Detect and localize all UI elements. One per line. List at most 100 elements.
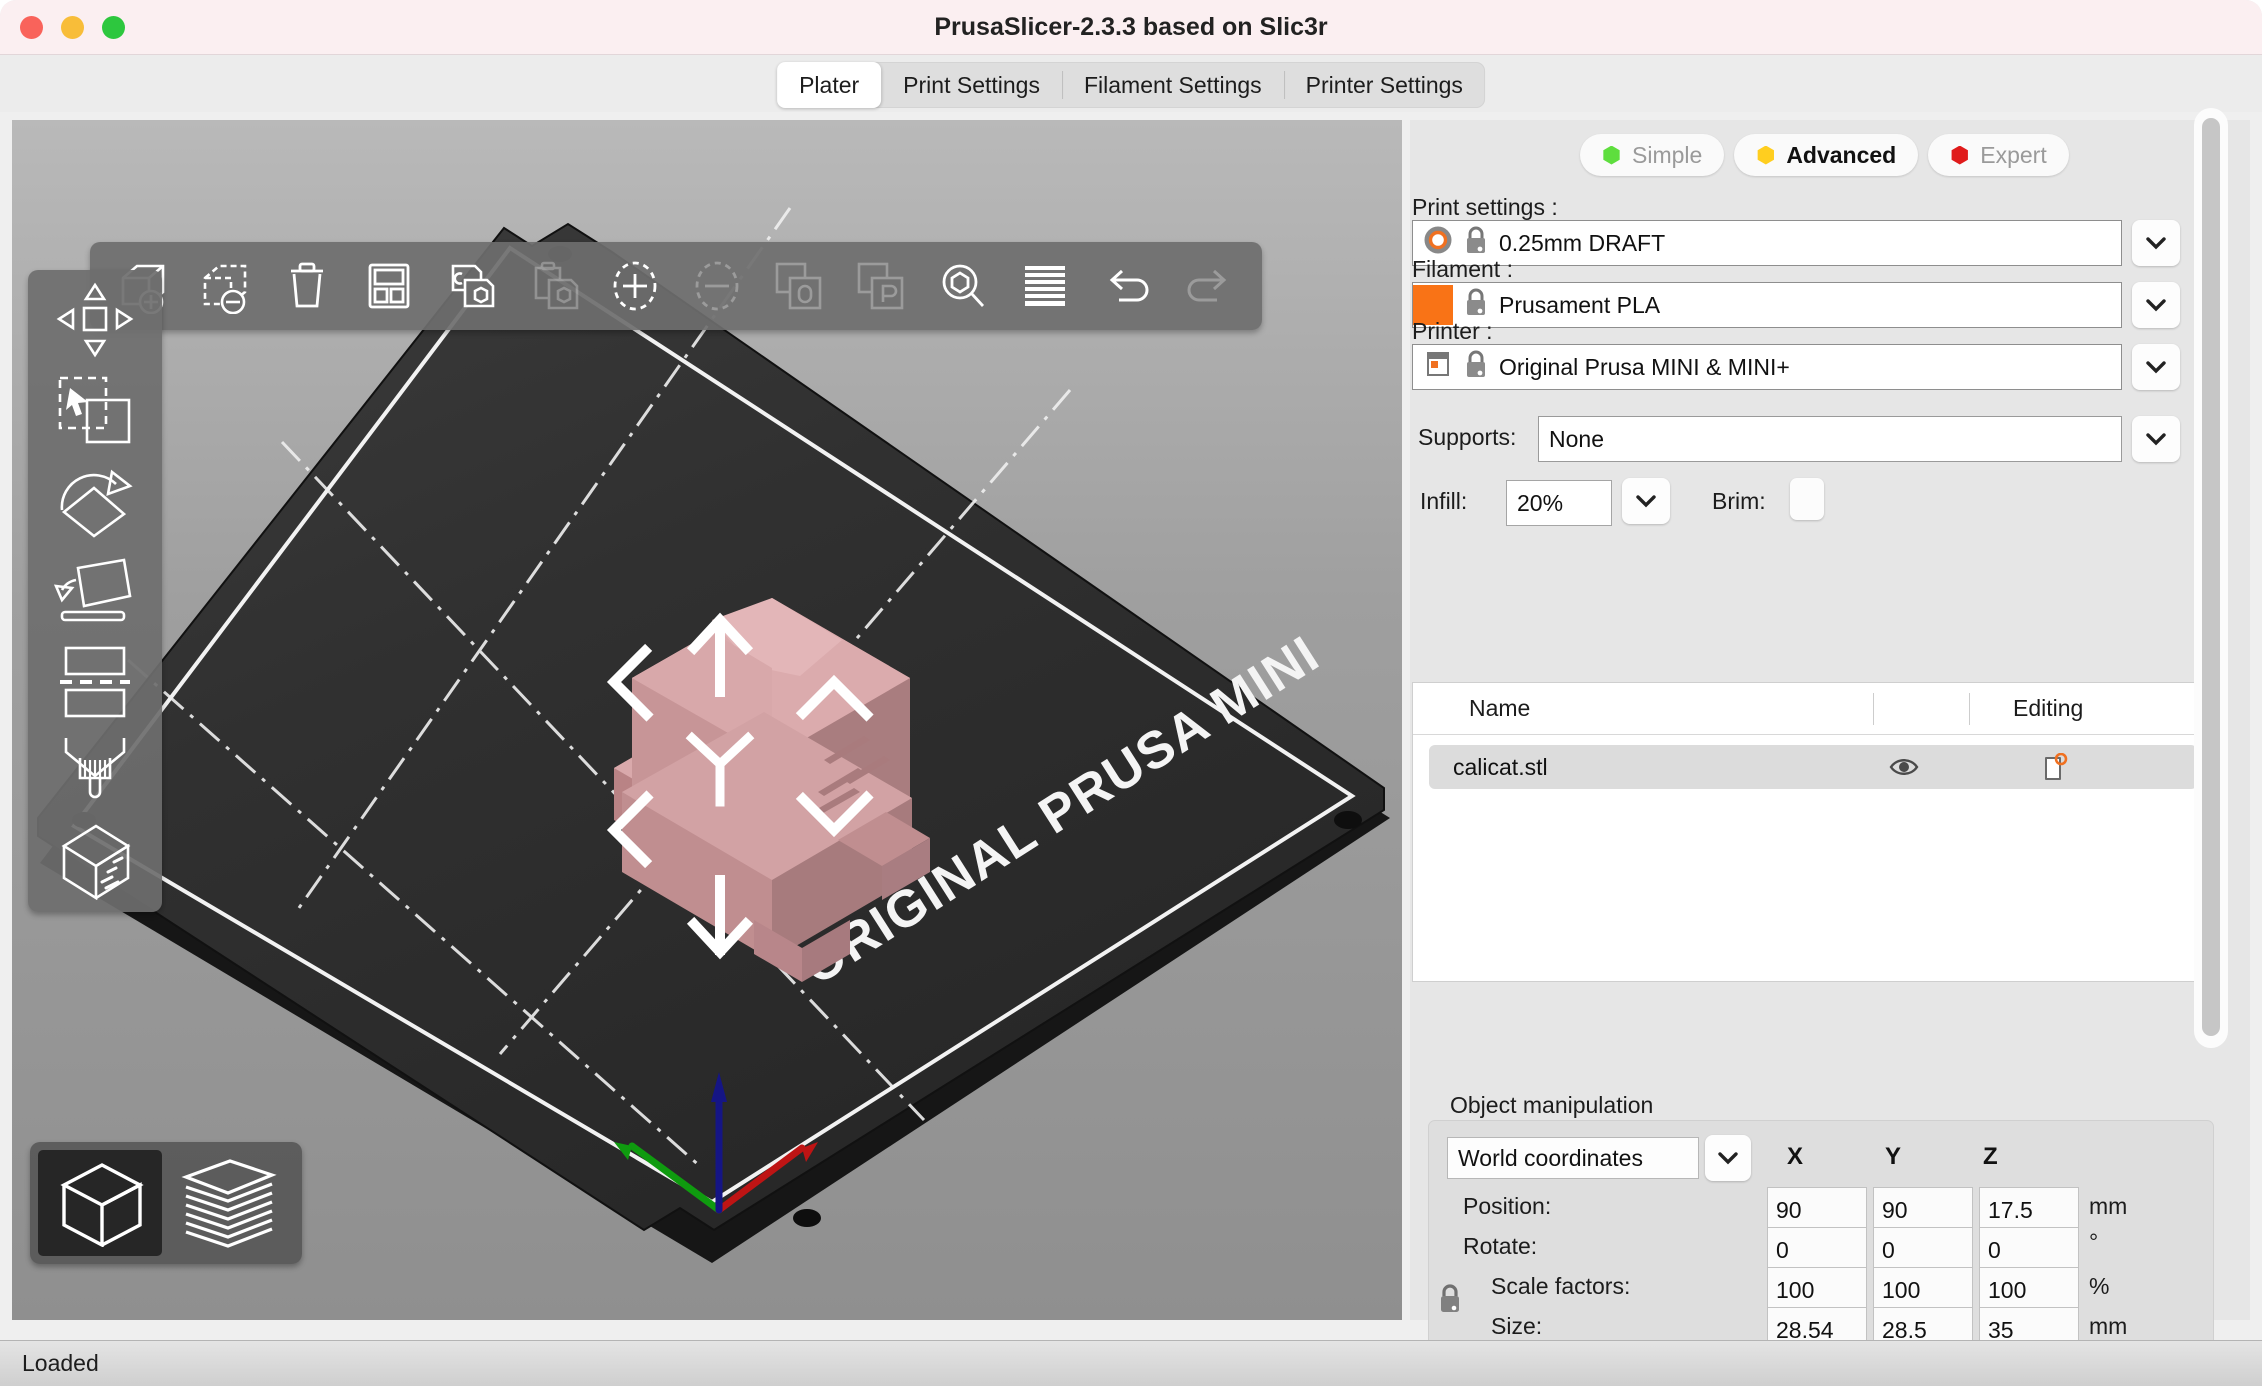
infill-value: 20% — [1517, 489, 1564, 516]
filament-dropdown-button[interactable] — [2132, 282, 2180, 328]
object-toolbar — [90, 242, 1262, 330]
size-label: Size: — [1491, 1313, 1543, 1339]
brim-label: Brim: — [1712, 488, 1766, 514]
tab-printer-settings[interactable]: Printer Settings — [1283, 62, 1485, 108]
rotate-gizmo-button[interactable] — [35, 456, 155, 544]
infill-dropdown-button[interactable] — [1622, 478, 1670, 524]
coordinate-system-combo[interactable]: World coordinates — [1447, 1137, 1699, 1179]
copy-button[interactable] — [432, 250, 510, 322]
size-unit: mm — [2089, 1313, 2128, 1339]
eye-icon[interactable] — [1889, 755, 1919, 785]
mode-simple-button[interactable]: Simple — [1580, 134, 1725, 176]
paint-support-gizmo-button[interactable] — [35, 726, 155, 814]
filament-combo[interactable]: Prusament PLA — [1412, 282, 2122, 328]
print-settings-value: 0.25mm DRAFT — [1499, 229, 1666, 256]
supports-dropdown-button[interactable] — [2132, 416, 2180, 462]
axis-header-x: X — [1787, 1143, 1804, 1170]
place-on-face-gizmo-button[interactable] — [35, 546, 155, 634]
gizmo-toolbar — [28, 270, 162, 912]
axis-header-y: Y — [1885, 1143, 1902, 1170]
object-name: calicat.stl — [1453, 753, 1548, 780]
infill-label: Infill: — [1420, 488, 1468, 514]
settings-sidebar: Simple Advanced Expert Print settings : — [1410, 120, 2250, 1386]
chevron-down-icon — [1636, 495, 1656, 508]
printer-icon — [1423, 349, 1453, 385]
search-button[interactable] — [924, 250, 1002, 322]
advanced-gem-icon — [1757, 145, 1774, 165]
axis-header-z: Z — [1983, 1143, 1998, 1170]
tab-plater[interactable]: Plater — [777, 62, 882, 108]
title-bar: PrusaSlicer-2.3.3 based on Slic3r — [0, 0, 2262, 55]
redo-button[interactable] — [1170, 250, 1248, 322]
printer-dropdown-button[interactable] — [2132, 344, 2180, 390]
delete-all-button[interactable] — [268, 250, 346, 322]
uniform-scale-lock-icon[interactable] — [1435, 1281, 1465, 1322]
chevron-down-icon — [2146, 361, 2166, 374]
print-settings-label: Print settings : — [1412, 194, 1558, 220]
simple-gem-icon — [1603, 145, 1620, 165]
scale-factors-label: Scale factors: — [1491, 1273, 1631, 1299]
tab-print-settings[interactable]: Print Settings — [881, 62, 1062, 108]
delete-object-button[interactable] — [186, 250, 264, 322]
chevron-down-icon — [2146, 237, 2166, 250]
printer-label: Printer : — [1412, 318, 1493, 344]
column-header-editing: Editing — [2013, 695, 2084, 721]
mode-switch: Simple Advanced Expert — [1580, 134, 2069, 176]
move-gizmo-button[interactable] — [35, 276, 155, 364]
print-settings-dropdown-button[interactable] — [2132, 220, 2180, 266]
supports-label: Supports: — [1418, 424, 1517, 450]
printer-combo[interactable]: Original Prusa MINI & MINI+ — [1412, 344, 2122, 390]
editing-icon[interactable] — [2041, 752, 2069, 789]
scale-gizmo-button[interactable] — [35, 366, 155, 454]
position-label: Position: — [1463, 1193, 1552, 1219]
paste-button[interactable] — [514, 250, 592, 322]
window-title: PrusaSlicer-2.3.3 based on Slic3r — [934, 13, 1328, 41]
lock-icon — [1463, 349, 1489, 385]
chevron-down-icon — [1718, 1152, 1738, 1165]
mode-expert-label: Expert — [1980, 141, 2047, 168]
coordinate-system-value: World coordinates — [1458, 1144, 1643, 1171]
rotate-unit: ° — [2089, 1229, 2099, 1255]
sidebar-scrollbar[interactable] — [2194, 108, 2228, 1048]
seam-painting-gizmo-button[interactable] — [35, 816, 155, 904]
column-header-name: Name — [1469, 695, 1531, 721]
filament-value: Prusament PLA — [1499, 291, 1661, 318]
split-to-objects-button[interactable] — [760, 250, 838, 322]
brim-checkbox[interactable] — [1790, 478, 1824, 520]
sidebar-scrollbar-thumb[interactable] — [2202, 118, 2220, 1036]
chevron-down-icon — [2146, 299, 2166, 312]
status-bar: Loaded — [0, 1340, 2262, 1386]
expert-gem-icon — [1951, 145, 1968, 165]
object-list-header: Name Editing — [1413, 683, 2211, 735]
remove-instance-button[interactable] — [678, 250, 756, 322]
mode-expert-button[interactable]: Expert — [1928, 134, 2069, 176]
position-unit: mm — [2089, 1193, 2128, 1219]
split-to-parts-button[interactable] — [842, 250, 920, 322]
rotate-label: Rotate: — [1463, 1233, 1538, 1259]
table-row[interactable]: calicat.stl — [1429, 745, 2197, 789]
printer-value: Original Prusa MINI & MINI+ — [1499, 353, 1790, 380]
infill-combo[interactable]: 20% — [1506, 480, 1612, 526]
mode-advanced-label: Advanced — [1786, 141, 1897, 168]
coordinate-system-dropdown-button[interactable] — [1705, 1135, 1751, 1181]
cut-gizmo-button[interactable] — [35, 636, 155, 724]
mode-advanced-button[interactable]: Advanced — [1734, 134, 1919, 176]
status-text: Loaded — [22, 1350, 99, 1376]
main-content: ORIGINAL PRUSA MINI Simple Advanced Expe… — [0, 108, 2262, 1386]
tab-filament-settings[interactable]: Filament Settings — [1061, 62, 1284, 108]
variable-layer-height-button[interactable] — [1006, 250, 1084, 322]
view-mode-toggle — [30, 1142, 302, 1264]
3d-viewport[interactable]: ORIGINAL PRUSA MINI — [12, 120, 1402, 1320]
add-instance-button[interactable] — [596, 250, 674, 322]
print-settings-combo[interactable]: 0.25mm DRAFT — [1412, 220, 2122, 266]
arrange-button[interactable] — [350, 250, 428, 322]
supports-value: None — [1549, 425, 1604, 452]
chevron-down-icon — [2146, 433, 2166, 446]
object-manipulation-title: Object manipulation — [1450, 1092, 1654, 1118]
3d-editor-view-button[interactable] — [38, 1150, 162, 1256]
app-window: PrusaSlicer-2.3.3 based on Slic3r Plater… — [0, 0, 2262, 1386]
preview-layers-view-button[interactable] — [166, 1150, 290, 1256]
filament-label: Filament : — [1412, 256, 1513, 282]
undo-button[interactable] — [1088, 250, 1166, 322]
supports-combo[interactable]: None — [1538, 416, 2122, 462]
